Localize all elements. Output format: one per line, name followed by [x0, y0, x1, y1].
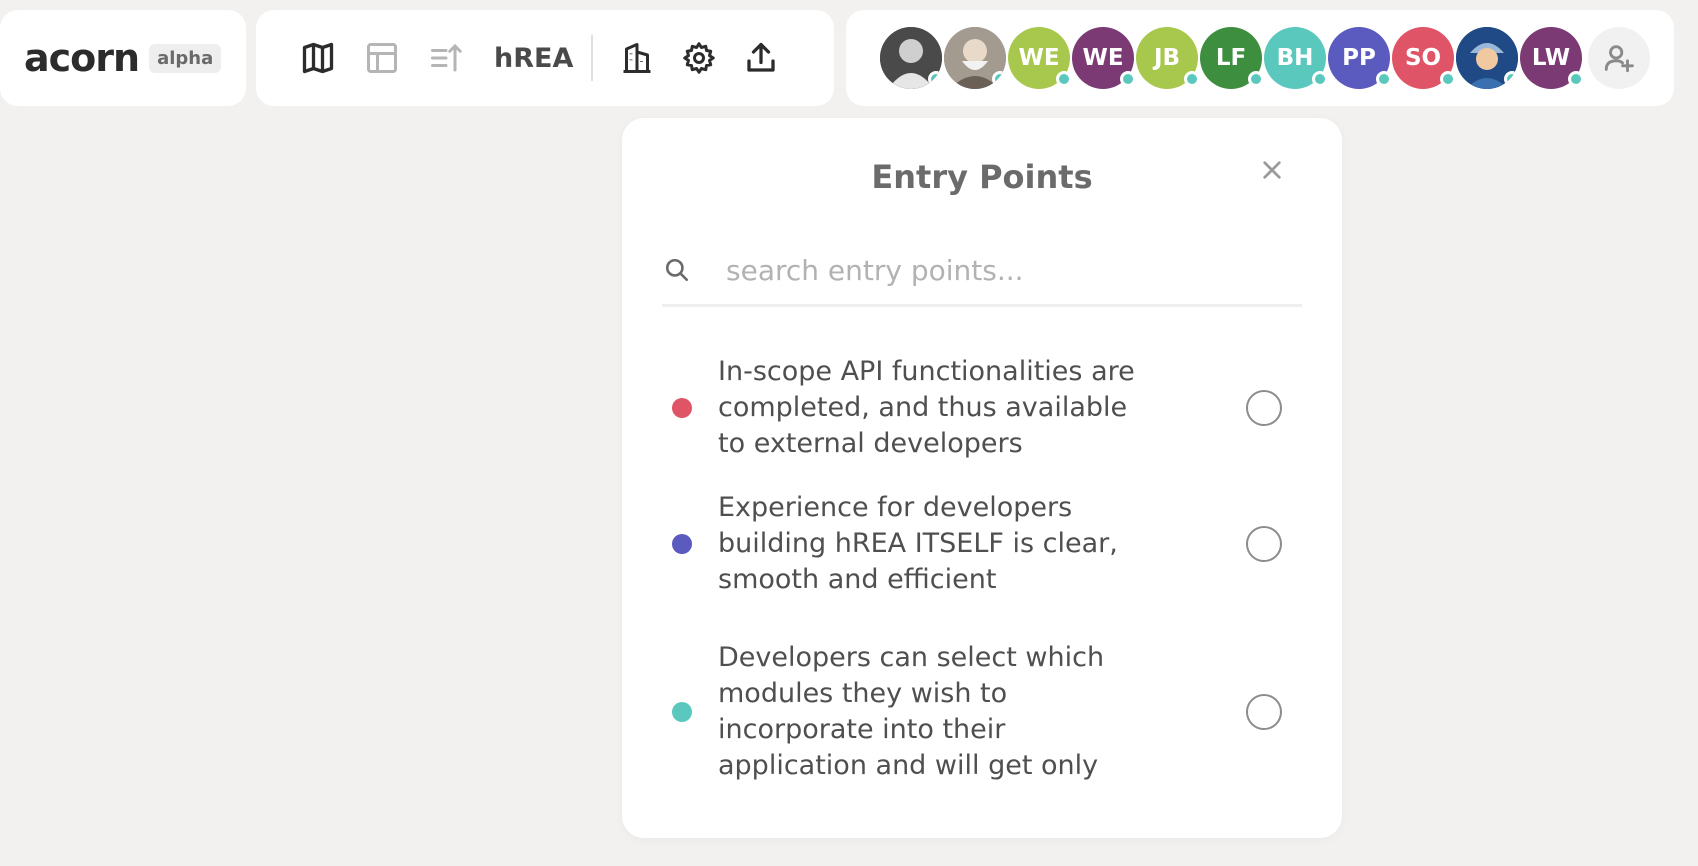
entry-point-item[interactable]: Experience for developers building hREA … [662, 476, 1302, 612]
upload-icon [747, 42, 776, 72]
online-status-dot [992, 71, 1006, 87]
avatar-initials: LW [1531, 45, 1571, 71]
online-status-dot [928, 71, 942, 87]
project-name[interactable]: hREA [494, 43, 573, 74]
add-user-icon [1604, 45, 1634, 73]
entry-select-radio[interactable] [1246, 526, 1282, 562]
member-avatar[interactable]: BH [1264, 27, 1328, 89]
member-avatar[interactable]: LF [1200, 27, 1264, 89]
entry-select-radio[interactable] [1246, 390, 1282, 426]
close-icon [1263, 161, 1281, 179]
close-button[interactable] [1254, 152, 1290, 188]
avatar-initials: SO [1404, 45, 1442, 71]
member-avatar[interactable] [880, 27, 942, 89]
online-status-dot [1376, 71, 1392, 87]
table-icon [367, 43, 397, 73]
member-avatar[interactable]: PP [1328, 27, 1392, 89]
entry-point-item[interactable]: Developers can select which modules they… [662, 612, 1302, 788]
online-status-dot [1056, 71, 1072, 87]
gear-icon [683, 42, 716, 74]
entry-point-text: Experience for developers building hREA … [718, 492, 1118, 595]
project-settings-button[interactable] [617, 38, 657, 78]
member-avatar[interactable]: LW [1520, 27, 1584, 89]
members-panel: WE WE JB LF BH PP SO LW [846, 10, 1674, 106]
avatar-initials: WE [1018, 45, 1060, 71]
member-avatar[interactable] [944, 27, 1006, 89]
modal-title: Entry Points [871, 158, 1093, 196]
avatar-initials: JB [1153, 45, 1181, 71]
entry-select-radio[interactable] [1246, 694, 1282, 730]
member-avatar[interactable]: WE [1008, 27, 1072, 89]
search-icon [665, 258, 689, 282]
divider [591, 35, 594, 81]
entry-point-item[interactable]: In-scope API functionalities are complet… [662, 340, 1302, 476]
entry-point-text: In-scope API functionalities are complet… [718, 356, 1135, 459]
avatar-initials: LF [1215, 45, 1247, 71]
online-status-dot [1312, 71, 1328, 87]
building-icon [623, 43, 651, 73]
entry-points-list: In-scope API functionalities are complet… [662, 340, 1302, 788]
member-avatar[interactable]: JB [1136, 27, 1200, 89]
online-status-dot [1440, 71, 1456, 87]
logo-panel: acorn alpha [0, 10, 246, 106]
member-avatar[interactable] [1456, 27, 1518, 89]
entry-color-dot [672, 398, 692, 418]
invite-member-button[interactable] [1588, 27, 1650, 89]
alpha-badge: alpha [149, 43, 222, 73]
avatar-initials: BH [1276, 45, 1314, 71]
member-avatar[interactable]: SO [1392, 27, 1456, 89]
search-input[interactable] [724, 252, 1268, 288]
app-logo[interactable]: acorn [24, 36, 140, 80]
table-view-button[interactable] [362, 38, 402, 78]
online-status-dot [1184, 71, 1200, 87]
entry-points-modal: Entry Points In-scope API functionalitie… [622, 118, 1342, 838]
priority-icon [431, 43, 462, 72]
entry-color-dot [672, 534, 692, 554]
entry-color-dot [672, 702, 692, 722]
online-status-dot [1504, 71, 1518, 87]
map-view-button[interactable] [298, 38, 338, 78]
settings-button[interactable] [679, 38, 719, 78]
view-switcher-panel: hREA [256, 10, 834, 106]
export-button[interactable] [741, 38, 781, 78]
online-status-dot [1248, 71, 1264, 87]
avatar-initials: PP [1342, 45, 1376, 71]
entry-point-text: Developers can select which modules they… [718, 642, 1105, 781]
avatar-initials: WE [1082, 45, 1124, 71]
online-status-dot [1120, 71, 1136, 87]
priority-view-button[interactable] [426, 38, 466, 78]
member-avatar[interactable]: WE [1072, 27, 1136, 89]
map-icon [302, 42, 334, 74]
online-status-dot [1568, 71, 1584, 87]
search-bar [662, 236, 1302, 307]
